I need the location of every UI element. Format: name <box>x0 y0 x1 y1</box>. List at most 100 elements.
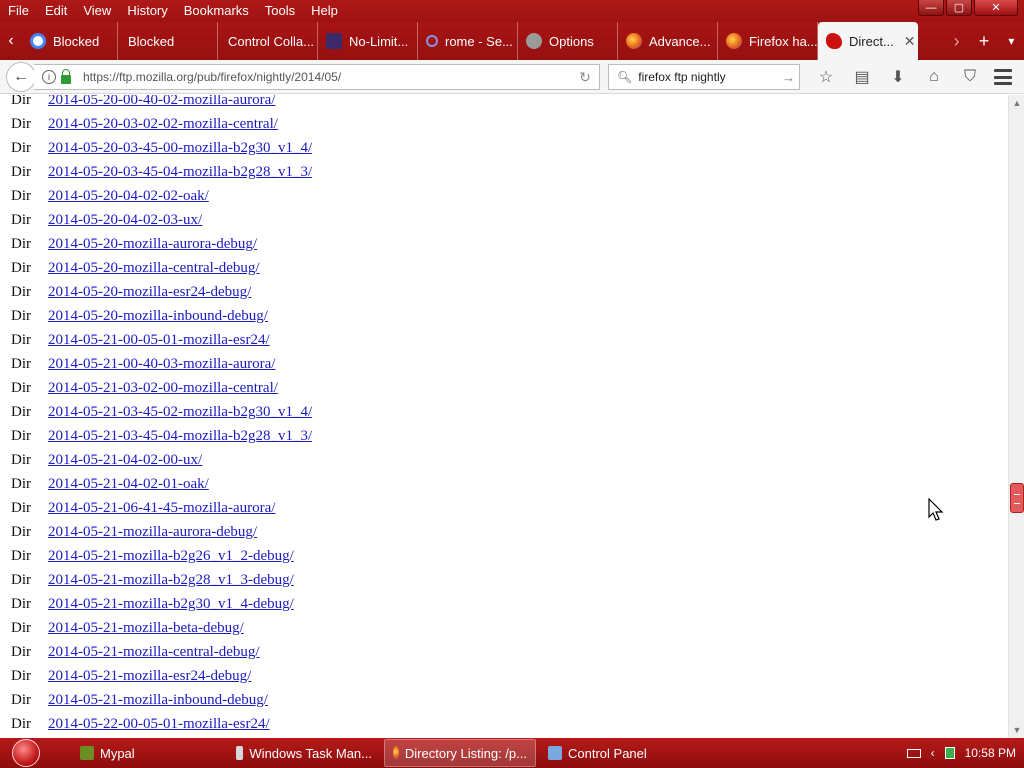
bookmarks-list-icon[interactable]: ▤ <box>844 64 880 90</box>
directory-link[interactable]: 2014-05-20-03-02-02-mozilla-central/ <box>48 116 278 133</box>
google-icon <box>30 33 46 49</box>
directory-link[interactable]: 2014-05-21-00-05-01-mozilla-esr24/ <box>48 332 270 349</box>
directory-link[interactable]: 2014-05-21-mozilla-esr24-debug/ <box>48 668 251 685</box>
directory-link[interactable]: 2014-05-20-mozilla-inbound-debug/ <box>48 308 268 325</box>
maximize-button[interactable]: ▢ <box>946 0 972 16</box>
tab-directory-listing[interactable]: Direct... ✕ <box>818 22 918 60</box>
back-button[interactable]: ← <box>6 61 36 92</box>
tab-control-collab[interactable]: Control Colla... <box>218 22 318 60</box>
entry-type: Dir <box>11 667 31 684</box>
directory-link[interactable]: 2014-05-20-03-45-00-mozilla-b2g30_v1_4/ <box>48 140 312 157</box>
menu-help[interactable]: Help <box>303 0 346 22</box>
window-controls: — ▢ ✕ <box>918 0 1018 16</box>
directory-link[interactable]: 2014-05-20-mozilla-esr24-debug/ <box>48 284 251 301</box>
tab-scroll-left-icon[interactable]: ‹ <box>0 22 22 60</box>
directory-link[interactable]: 2014-05-20-mozilla-central-debug/ <box>48 260 260 277</box>
reload-icon[interactable]: ↻ <box>571 69 599 86</box>
close-tab-icon[interactable]: ✕ <box>904 33 916 50</box>
start-button[interactable] <box>0 738 52 768</box>
directory-link[interactable]: 2014-05-21-mozilla-b2g28_v1_3-debug/ <box>48 572 294 589</box>
directory-link[interactable]: 2014-05-20-04-02-02-oak/ <box>48 188 209 205</box>
taskbar-item-control-panel[interactable]: Control Panel <box>540 739 660 767</box>
directory-link[interactable]: 2014-05-21-06-41-45-mozilla-aurora/ <box>48 500 275 517</box>
directory-link[interactable]: 2014-05-21-00-40-03-mozilla-aurora/ <box>48 356 275 373</box>
directory-link[interactable]: 2014-05-21-mozilla-beta-debug/ <box>48 620 244 637</box>
menu-edit[interactable]: Edit <box>37 0 75 22</box>
taskbar-item-directory-listing[interactable]: Directory Listing: /p... <box>384 739 536 767</box>
scroll-up-icon[interactable]: ▲ <box>1009 95 1024 111</box>
tab-list-icon[interactable]: ▾ <box>1008 34 1014 48</box>
directory-link[interactable]: 2014-05-21-03-45-04-mozilla-b2g28_v1_3/ <box>48 428 312 445</box>
directory-link[interactable]: 2014-05-21-03-45-02-mozilla-b2g30_v1_4/ <box>48 404 312 421</box>
menu-tools[interactable]: Tools <box>257 0 303 22</box>
search-input[interactable]: firefox ftp nightly <box>638 70 725 84</box>
toolbar-icons: ☆ ▤ ⬇ ⌂ ⛉ <box>808 64 988 90</box>
url-bar[interactable]: i https://ftp.mozilla.org/pub/firefox/ni… <box>34 64 600 90</box>
tab-scroll-right-icon[interactable]: › <box>954 31 960 52</box>
entry-type: Dir <box>11 331 31 348</box>
search-go-icon[interactable]: → <box>782 70 795 85</box>
scrollbar-thumb[interactable] <box>1010 483 1024 513</box>
menu-file[interactable]: File <box>0 0 37 22</box>
gear-icon <box>526 33 542 49</box>
tab-options[interactable]: Options <box>518 22 618 60</box>
directory-link[interactable]: 2014-05-21-mozilla-b2g26_v1_2-debug/ <box>48 548 294 565</box>
directory-link[interactable]: 2014-05-21-03-02-00-mozilla-central/ <box>48 380 278 397</box>
entry-type: Dir <box>11 547 31 564</box>
vertical-scrollbar[interactable]: ▲ ▼ <box>1008 95 1024 738</box>
close-window-button[interactable]: ✕ <box>974 0 1018 16</box>
menu-bookmarks[interactable]: Bookmarks <box>176 0 257 22</box>
downloads-icon[interactable]: ⬇ <box>880 64 916 90</box>
new-tab-icon[interactable]: + <box>979 31 990 52</box>
directory-link[interactable]: 2014-05-21-mozilla-b2g30_v1_4-debug/ <box>48 596 294 613</box>
table-row: Dir 2014-05-21-00-40-03-mozilla-aurora/ <box>0 352 312 376</box>
directory-link[interactable]: 2014-05-21-mozilla-central-debug/ <box>48 644 260 661</box>
keyboard-icon[interactable] <box>906 748 921 758</box>
tab-label: Firefox ha... <box>749 33 818 49</box>
tab-blocked[interactable]: Blocked <box>118 22 218 60</box>
directory-link[interactable]: 2014-05-21-04-02-01-oak/ <box>48 476 209 493</box>
tab-label: rome - Se... <box>445 33 513 49</box>
table-row: Dir 2014-05-20-03-45-04-mozilla-b2g28_v1_… <box>0 160 312 184</box>
clock[interactable]: 10:58 PM <box>965 746 1016 760</box>
directory-link[interactable]: 2014-05-20-03-45-04-mozilla-b2g28_v1_3/ <box>48 164 312 181</box>
table-row: Dir 2014-05-20-00-40-02-mozilla-aurora/ <box>0 95 312 112</box>
taskbar-item-task-manager[interactable]: Windows Task Man... <box>228 739 380 767</box>
search-icon <box>426 35 438 47</box>
directory-link[interactable]: 2014-05-21-mozilla-aurora-debug/ <box>48 524 257 541</box>
taskbar-item-label: Mypal <box>100 745 135 761</box>
directory-link[interactable]: 2014-05-20-00-40-02-mozilla-aurora/ <box>48 95 275 109</box>
tab-no-limit[interactable]: No-Limit... <box>318 22 418 60</box>
minimize-button[interactable]: — <box>918 0 944 16</box>
directory-link[interactable]: 2014-05-21-mozilla-inbound-debug/ <box>48 692 268 709</box>
home-icon[interactable]: ⌂ <box>916 64 952 90</box>
directory-link[interactable]: 2014-05-21-04-02-00-ux/ <box>48 452 202 469</box>
bookmark-star-icon[interactable]: ☆ <box>808 64 844 90</box>
entry-type: Dir <box>11 187 31 204</box>
entry-type: Dir <box>11 523 31 540</box>
menu-view[interactable]: View <box>75 0 119 22</box>
menu-history[interactable]: History <box>119 0 175 22</box>
tab-label: No-Limit... <box>349 33 409 49</box>
directory-link[interactable]: 2014-05-22-00-05-01-mozilla-esr24/ <box>48 716 270 733</box>
directory-link[interactable]: 2014-05-20-04-02-03-ux/ <box>48 212 202 229</box>
show-hidden-icons-icon[interactable]: ‹ <box>931 746 935 760</box>
url-text[interactable]: https://ftp.mozilla.org/pub/firefox/nigh… <box>83 70 571 84</box>
scroll-down-icon[interactable]: ▼ <box>1009 722 1024 738</box>
site-info-icon[interactable]: i <box>42 70 56 84</box>
entry-type: Dir <box>11 355 31 372</box>
tab-rome-search[interactable]: rome - Se... <box>418 22 518 60</box>
pocket-icon[interactable]: ⛉ <box>952 64 988 90</box>
tab-blocked-google[interactable]: Blocked <box>22 22 118 60</box>
firefox-icon <box>726 33 742 49</box>
directory-link[interactable]: 2014-05-20-mozilla-aurora-debug/ <box>48 236 257 253</box>
search-bar[interactable]: 🔍︎ firefox ftp nightly → <box>608 64 800 90</box>
page-content: Dir 2014-05-20-00-40-02-mozilla-aurora/Di… <box>0 95 1008 738</box>
menu-hamburger-icon[interactable] <box>990 66 1016 88</box>
tab-advanced[interactable]: Advance... <box>618 22 718 60</box>
taskbar-item-mypal[interactable]: Mypal <box>72 739 224 767</box>
network-icon[interactable] <box>944 747 955 759</box>
control-panel-icon <box>548 746 562 760</box>
entry-type: Dir <box>11 211 31 228</box>
tab-firefox-has[interactable]: Firefox ha... <box>718 22 818 60</box>
